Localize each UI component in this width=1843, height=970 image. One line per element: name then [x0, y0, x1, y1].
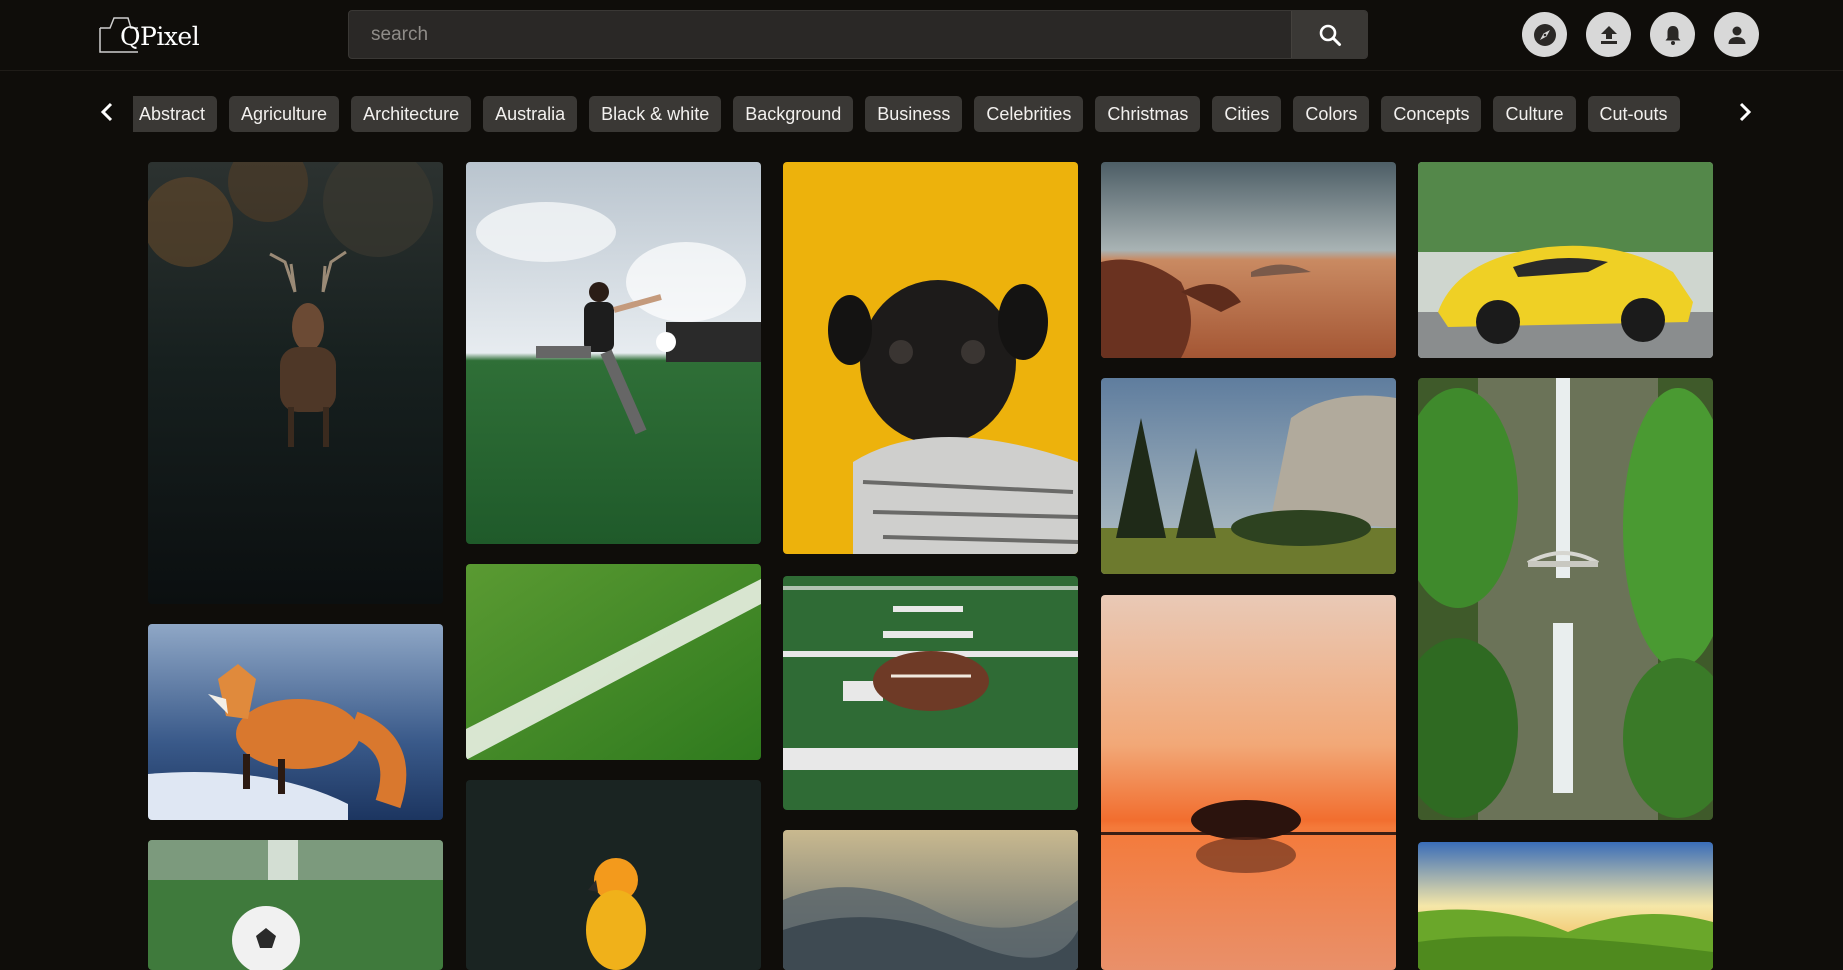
- category-chip[interactable]: Abstract: [133, 96, 218, 132]
- photo-deer[interactable]: [148, 162, 443, 604]
- category-list: Abstract Agriculture Architecture Australia…: [133, 91, 1688, 133]
- soccer-ball-image: [148, 840, 443, 970]
- pug-image: [783, 162, 1078, 554]
- category-chip[interactable]: Business: [865, 96, 963, 132]
- desert-image: [1101, 162, 1396, 358]
- upload-button[interactable]: [1586, 12, 1631, 57]
- grass-line-image: [466, 564, 761, 760]
- hills-image: [1418, 842, 1713, 970]
- sunset-image: [1101, 595, 1396, 970]
- photo-parrot[interactable]: [466, 780, 761, 970]
- photo-yellow-car[interactable]: [1418, 162, 1713, 358]
- photo-sunset-lake[interactable]: [1101, 595, 1396, 970]
- search-icon: [1319, 24, 1341, 46]
- top-header: QPixel: [0, 0, 1843, 71]
- category-chip[interactable]: Culture: [1493, 96, 1576, 132]
- search-button[interactable]: [1291, 11, 1367, 58]
- account-button[interactable]: [1714, 12, 1759, 57]
- car-image: [1418, 162, 1713, 358]
- fox-image: [148, 624, 443, 820]
- category-chip[interactable]: Australia: [483, 96, 578, 132]
- category-chip[interactable]: Background: [733, 96, 854, 132]
- category-chip[interactable]: Concepts: [1381, 96, 1482, 132]
- mountains-image: [783, 830, 1078, 970]
- category-chip[interactable]: Black & white: [589, 96, 722, 132]
- photo-football[interactable]: [783, 576, 1078, 810]
- explore-icon: [1533, 23, 1556, 46]
- photo-waterfall[interactable]: [1418, 378, 1713, 820]
- category-bar: Abstract Agriculture Architecture Australia…: [0, 91, 1843, 133]
- parrot-image: [466, 780, 761, 970]
- photo-cliff[interactable]: [1101, 378, 1396, 574]
- category-prev-button[interactable]: [92, 95, 122, 129]
- photo-pug[interactable]: [783, 162, 1078, 554]
- category-chip[interactable]: Celebrities: [974, 96, 1084, 132]
- category-chip[interactable]: Cut-outs: [1587, 96, 1680, 132]
- photo-green-hills[interactable]: [1418, 842, 1713, 970]
- user-icon: [1728, 26, 1745, 44]
- upload-icon: [1600, 25, 1617, 44]
- waterfall-image: [1418, 378, 1713, 820]
- photo-soccer-player[interactable]: [466, 162, 761, 544]
- category-chip[interactable]: Architecture: [351, 96, 472, 132]
- photo-grass-line[interactable]: [466, 564, 761, 760]
- search-input[interactable]: [349, 11, 1292, 58]
- category-next-button[interactable]: [1730, 95, 1760, 129]
- soccer-player-image: [466, 162, 761, 544]
- photo-hazy-mountains[interactable]: [783, 830, 1078, 970]
- deer-image: [148, 162, 443, 604]
- category-chip[interactable]: Cities: [1212, 96, 1282, 132]
- notifications-button[interactable]: [1650, 12, 1695, 57]
- search-bar: [348, 10, 1368, 59]
- chevron-left-icon: [100, 102, 113, 122]
- football-image: [783, 576, 1078, 810]
- photo-soccer-ball[interactable]: [148, 840, 443, 970]
- chevron-right-icon: [1739, 102, 1752, 122]
- logo[interactable]: QPixel: [98, 14, 200, 54]
- category-chip[interactable]: Christmas: [1095, 96, 1201, 132]
- photo-fox[interactable]: [148, 624, 443, 820]
- category-chip[interactable]: Colors: [1293, 96, 1370, 132]
- cliff-image: [1101, 378, 1396, 574]
- photo-desert[interactable]: [1101, 162, 1396, 358]
- bell-icon: [1665, 25, 1680, 45]
- explore-button[interactable]: [1522, 12, 1567, 57]
- category-chip[interactable]: Agriculture: [229, 96, 340, 132]
- logo-text: QPixel: [120, 22, 200, 51]
